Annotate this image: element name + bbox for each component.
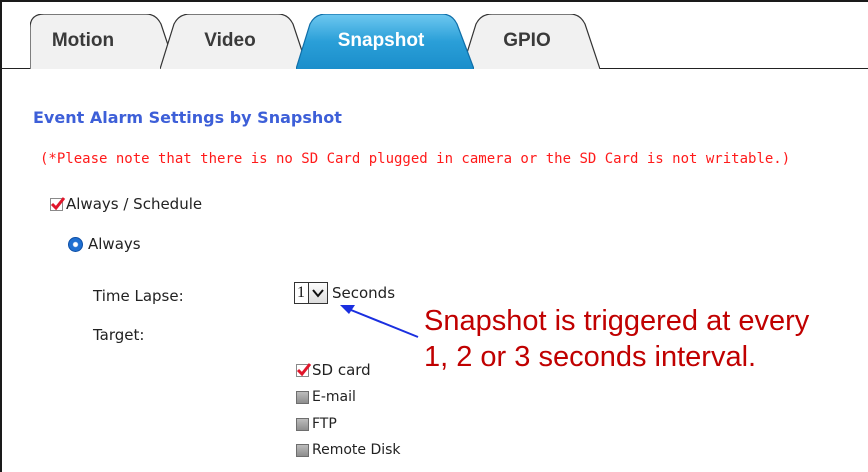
time-lapse-select[interactable]: 1	[294, 282, 328, 304]
time-lapse-unit: Seconds	[332, 284, 396, 302]
section-title: Event Alarm Settings by Snapshot	[33, 108, 342, 127]
target-label: Target:	[93, 326, 145, 344]
always-label: Always	[88, 235, 141, 253]
ftp-label: FTP	[312, 416, 337, 432]
remote-disk-label: Remote Disk	[312, 442, 401, 458]
target-option-remote-disk[interactable]: Remote Disk	[296, 442, 401, 458]
tab-motion-label: Motion	[51, 30, 115, 51]
chevron-down-icon[interactable]	[308, 283, 327, 303]
tab-video[interactable]: Video	[160, 14, 308, 69]
target-option-sd-card[interactable]: SD card	[296, 361, 371, 379]
annotation-line-1: Snapshot is triggered at every	[424, 305, 810, 337]
annotation-callout: Snapshot is triggered at every 1, 2 or 3…	[424, 303, 809, 375]
tab-bar: Motion Video Snapshot GPIO	[0, 0, 868, 72]
sd-card-notice: (*Please note that there is no SD Card p…	[40, 151, 791, 167]
email-label: E-mail	[312, 389, 356, 405]
remote-disk-checkbox[interactable]	[296, 443, 309, 457]
email-checkbox[interactable]	[296, 390, 309, 404]
tab-gpio[interactable]: GPIO	[462, 14, 600, 69]
tab-snapshot-label: Snapshot	[337, 30, 425, 51]
always-schedule-option[interactable]: Always / Schedule	[50, 195, 202, 213]
tab-video-label: Video	[204, 30, 256, 51]
time-lapse-label: Time Lapse:	[93, 287, 184, 305]
time-lapse-value: 1	[297, 284, 305, 301]
always-schedule-label: Always / Schedule	[66, 195, 203, 213]
time-lapse-control: 1 Seconds	[294, 282, 395, 304]
tab-motion[interactable]: Motion	[30, 14, 176, 69]
ftp-checkbox[interactable]	[296, 417, 309, 431]
target-option-email[interactable]: E-mail	[296, 389, 356, 405]
tab-gpio-label: GPIO	[503, 30, 551, 51]
always-schedule-checkbox[interactable]	[50, 196, 66, 211]
sd-card-checkbox[interactable]	[296, 362, 312, 377]
tab-snapshot[interactable]: Snapshot	[296, 14, 474, 69]
always-radio[interactable]	[68, 236, 83, 252]
annotation-line-2: 1, 2 or 3 seconds interval.	[424, 341, 757, 373]
sd-card-label: SD card	[312, 361, 371, 379]
always-option[interactable]: Always	[68, 235, 141, 253]
target-option-ftp[interactable]: FTP	[296, 416, 337, 432]
